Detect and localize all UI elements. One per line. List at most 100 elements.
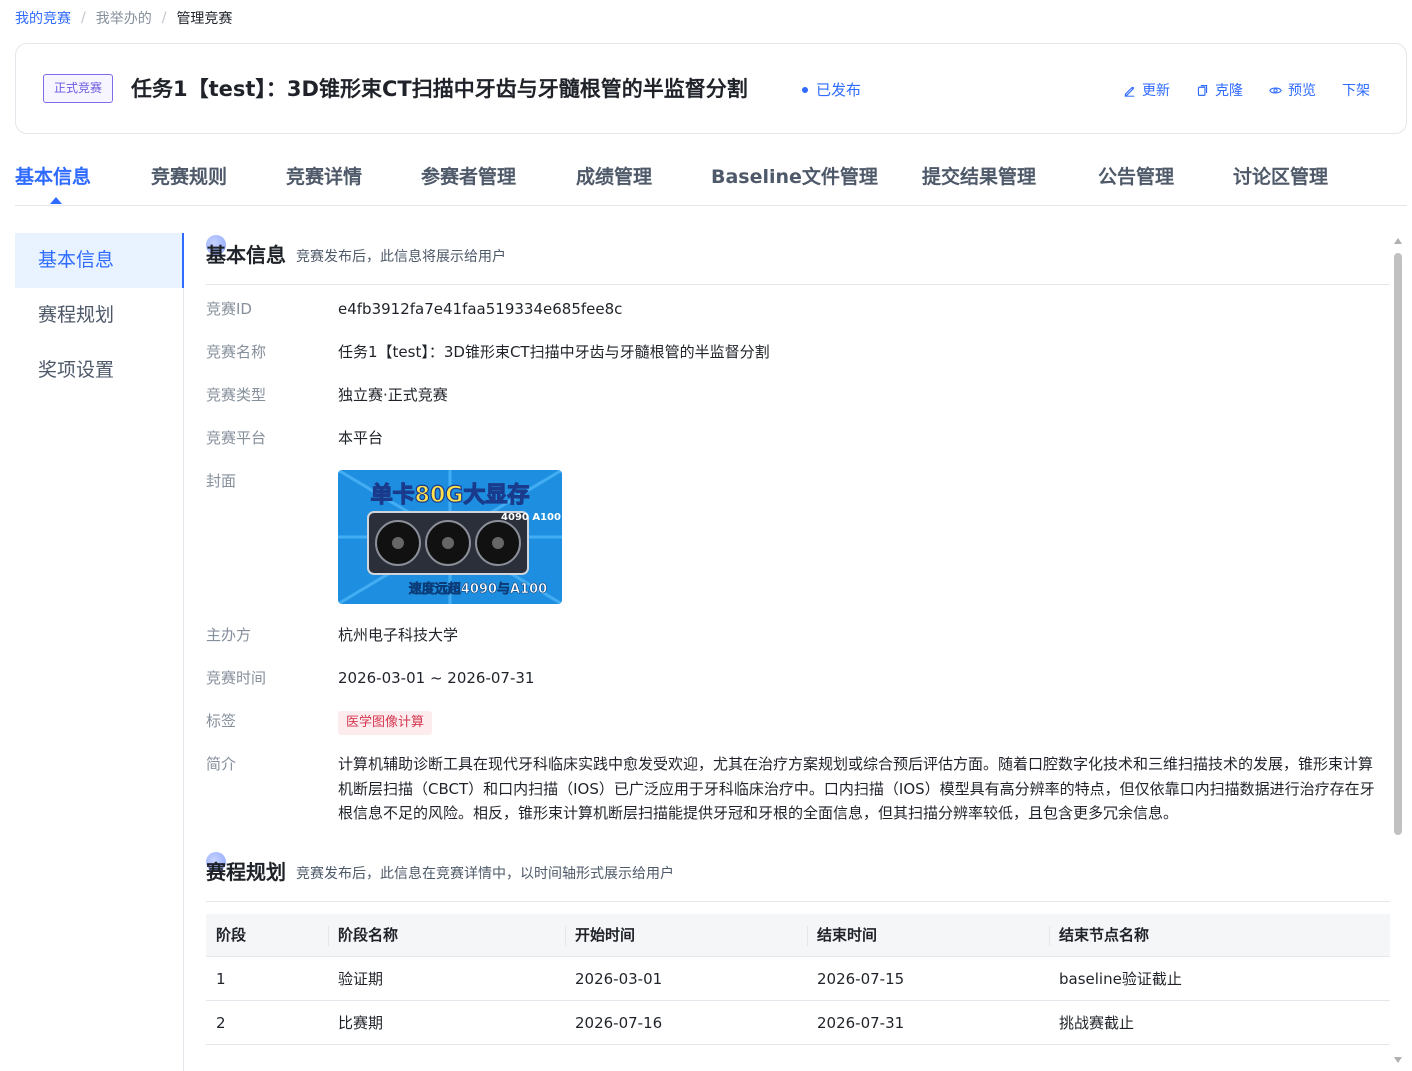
tab-details[interactable]: 竞赛详情 bbox=[286, 162, 362, 189]
breadcrumb: 我的竞赛 / 我举办的 / 管理竞赛 bbox=[15, 8, 232, 28]
info-row-intro: 简介 计算机辅助诊断工具在现代牙科临床实践中愈发受欢迎，尤其在治疗方案规划或综合… bbox=[206, 749, 1390, 826]
scroll-up-arrow-icon[interactable] bbox=[1394, 238, 1402, 244]
section-description: 竞赛发布后，此信息在竞赛详情中，以时间轴形式展示给用户 bbox=[296, 865, 674, 882]
table-cell: baseline验证截止 bbox=[1049, 956, 1390, 1001]
info-row-platform: 竞赛平台 本平台 bbox=[206, 423, 1390, 453]
info-row-time: 竞赛时间 2026-03-01 ~ 2026-07-31 bbox=[206, 663, 1390, 693]
clone-button[interactable]: 克隆 bbox=[1196, 80, 1243, 100]
preview-label: 预览 bbox=[1288, 83, 1316, 99]
section-description: 竞赛发布后，此信息将展示给用户 bbox=[296, 249, 506, 265]
table-cell: 1 bbox=[206, 956, 328, 1001]
tab-rules[interactable]: 竞赛规则 bbox=[151, 162, 227, 189]
tab-scores[interactable]: 成绩管理 bbox=[576, 162, 652, 189]
main-content: 基本信息 竞赛发布后，此信息将展示给用户 竞赛ID e4fb3912fa7e41… bbox=[206, 233, 1390, 1071]
cover-footer: 速度远超4090与A100 bbox=[409, 581, 547, 597]
sidenav-item-basic-info[interactable]: 基本信息 bbox=[15, 233, 184, 288]
cover-headline: 单卡80G大显存 bbox=[371, 482, 530, 508]
competition-id-value: e4fb3912fa7e41faa519334e685fee8c bbox=[338, 300, 623, 318]
info-row-id: 竞赛ID e4fb3912fa7e41faa519334e685fee8c bbox=[206, 294, 1390, 324]
competition-type-tag: 正式竞赛 bbox=[43, 74, 114, 103]
schedule-section-header: 赛程规划 竞赛发布后，此信息在竞赛详情中，以时间轴形式展示给用户 bbox=[206, 850, 1390, 902]
intro-text: 计算机辅助诊断工具在现代牙科临床实践中愈发受欢迎，尤其在治疗方案规划或综合预后评… bbox=[338, 755, 1375, 822]
info-label: 简介 bbox=[206, 755, 237, 773]
breadcrumb-hosted[interactable]: 我举办的 bbox=[96, 8, 152, 28]
organizer-value: 杭州电子科技大学 bbox=[338, 626, 459, 644]
competition-title: 任务1【test】：3D锥形束CT扫描中牙齿与牙髓根管的半监督分割 bbox=[131, 77, 748, 101]
preview-button[interactable]: 预览 bbox=[1269, 80, 1316, 100]
active-tab-indicator bbox=[50, 197, 62, 204]
cover-graphic: 单卡80G大显存 4090 A100 速度远超4090与A100 bbox=[338, 470, 562, 604]
cover-badge: 4090 A100 bbox=[501, 512, 561, 523]
tab-baseline-files[interactable]: Baseline文件管理 bbox=[711, 162, 878, 189]
info-label: 主办方 bbox=[206, 626, 252, 644]
scroll-down-arrow-icon[interactable] bbox=[1394, 1057, 1402, 1063]
content-scrollbar[interactable] bbox=[1391, 233, 1405, 1071]
sidenav-item-schedule[interactable]: 赛程规划 bbox=[15, 288, 183, 343]
breadcrumb-current: 管理竞赛 bbox=[176, 11, 233, 27]
update-button[interactable]: 更新 bbox=[1123, 80, 1170, 100]
breadcrumb-separator: / bbox=[81, 10, 86, 26]
column-header: 结束节点名称 bbox=[1049, 913, 1390, 957]
basic-info-section-header: 基本信息 竞赛发布后，此信息将展示给用户 bbox=[206, 233, 1390, 285]
info-label: 竞赛平台 bbox=[206, 429, 267, 447]
table-header-row: 阶段 阶段名称 开始时间 结束时间 结束节点名称 bbox=[206, 913, 1390, 957]
info-row-cover: 封面 单卡80G大显存 4090 A100 速度远超4090与A100 bbox=[206, 466, 1390, 604]
table-row: 2 比赛期 2026-07-16 2026-07-31 挑战赛截止 bbox=[206, 1000, 1390, 1045]
tab-announcements[interactable]: 公告管理 bbox=[1098, 162, 1174, 189]
section-title: 赛程规划 bbox=[206, 859, 286, 884]
schedule-table: 阶段 阶段名称 开始时间 结束时间 结束节点名称 1 验证期 2026-03-0… bbox=[206, 913, 1390, 1045]
tab-discussion[interactable]: 讨论区管理 bbox=[1233, 162, 1328, 189]
breadcrumb-separator: / bbox=[161, 10, 167, 26]
copy-icon bbox=[1197, 84, 1208, 96]
tab-participants[interactable]: 参赛者管理 bbox=[421, 162, 516, 189]
competition-time-value: 2026-03-01 ~ 2026-07-31 bbox=[338, 669, 535, 687]
table-cell: 2026-03-01 bbox=[565, 956, 807, 1001]
table-cell: 2026-07-16 bbox=[565, 1000, 807, 1045]
competition-header-card: 正式竞赛 任务1【test】：3D锥形束CT扫描中牙齿与牙髓根管的半监督分割 已… bbox=[15, 43, 1407, 134]
clone-label: 克隆 bbox=[1215, 83, 1243, 99]
column-header: 结束时间 bbox=[807, 913, 1049, 957]
column-header: 开始时间 bbox=[565, 913, 807, 957]
tab-basic-info[interactable]: 基本信息 bbox=[15, 162, 91, 189]
header-actions: 更新 克隆 预览 下架 bbox=[1123, 80, 1370, 100]
management-tabs: 基本信息 竞赛规则 竞赛详情 参赛者管理 成绩管理 Baseline文件管理 提… bbox=[15, 160, 1407, 206]
column-header: 阶段 bbox=[206, 913, 328, 957]
eye-icon bbox=[1269, 87, 1282, 93]
info-row-organizer: 主办方 杭州电子科技大学 bbox=[206, 620, 1390, 650]
info-label: 标签 bbox=[206, 712, 237, 730]
info-label: 竞赛时间 bbox=[206, 669, 267, 687]
table-cell: 挑战赛截止 bbox=[1049, 1000, 1390, 1045]
tag-badge: 医学图像计算 bbox=[338, 711, 433, 735]
table-cell: 2 bbox=[206, 1000, 328, 1045]
info-label: 竞赛类型 bbox=[206, 386, 267, 404]
breadcrumb-my-competitions[interactable]: 我的竞赛 bbox=[15, 8, 71, 28]
info-label: 竞赛名称 bbox=[206, 343, 267, 361]
section-sidenav: 基本信息 赛程规划 奖项设置 bbox=[15, 233, 184, 1071]
cover-image: 单卡80G大显存 4090 A100 速度远超4090与A100 bbox=[338, 470, 562, 604]
competition-platform-value: 本平台 bbox=[338, 429, 384, 447]
sidenav-item-awards[interactable]: 奖项设置 bbox=[15, 343, 183, 398]
edit-icon bbox=[1124, 86, 1135, 97]
unpublish-label: 下架 bbox=[1342, 83, 1370, 99]
tab-submissions[interactable]: 提交结果管理 bbox=[922, 162, 1036, 189]
competition-name-value: 任务1【test】：3D锥形束CT扫描中牙齿与牙髓根管的半监督分割 bbox=[338, 343, 770, 361]
scrollbar-thumb[interactable] bbox=[1394, 253, 1402, 835]
info-label: 竞赛ID bbox=[206, 300, 252, 318]
section-title: 基本信息 bbox=[206, 243, 286, 267]
status-dot-icon bbox=[802, 86, 808, 93]
table-cell: 2026-07-31 bbox=[807, 1000, 1049, 1045]
competition-type-value: 独立赛·正式竞赛 bbox=[338, 386, 448, 404]
info-row-name: 竞赛名称 任务1【test】：3D锥形束CT扫描中牙齿与牙髓根管的半监督分割 bbox=[206, 337, 1390, 367]
update-label: 更新 bbox=[1142, 83, 1170, 99]
table-cell: 比赛期 bbox=[328, 1000, 565, 1045]
table-cell: 验证期 bbox=[328, 956, 565, 1001]
unpublish-button[interactable]: 下架 bbox=[1342, 80, 1370, 100]
info-row-tags: 标签 医学图像计算 bbox=[206, 706, 1390, 736]
table-row: 1 验证期 2026-03-01 2026-07-15 baseline验证截止 bbox=[206, 956, 1390, 1001]
table-cell: 2026-07-15 bbox=[807, 956, 1049, 1001]
status-label: 已发布 bbox=[816, 81, 862, 99]
status-badge: 已发布 bbox=[802, 79, 861, 100]
column-header: 阶段名称 bbox=[328, 913, 565, 957]
info-label: 封面 bbox=[206, 472, 237, 490]
info-row-type: 竞赛类型 独立赛·正式竞赛 bbox=[206, 380, 1390, 410]
